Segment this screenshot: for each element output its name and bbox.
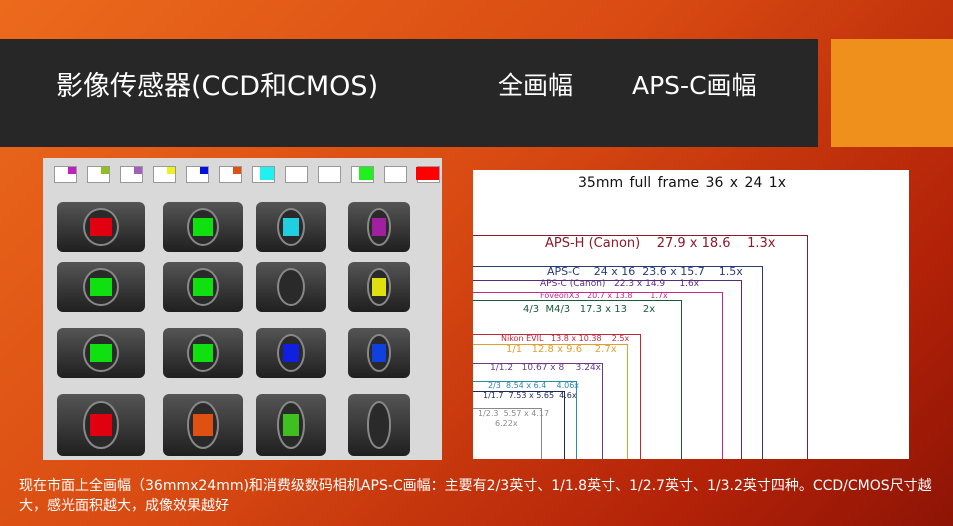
aps-c-heading: APS-C画幅 <box>632 71 757 100</box>
camera-image <box>57 394 145 456</box>
sensor-highlight <box>193 413 213 437</box>
legend-swatch <box>153 166 176 183</box>
camera-image <box>348 394 410 456</box>
legend-swatch <box>120 166 143 183</box>
sensor-format-label: 2/3 8.54 x 6.4 4.06x <box>488 381 580 390</box>
legend-swatch <box>186 166 209 183</box>
camera-image <box>348 262 410 312</box>
sensor-highlight <box>282 218 300 236</box>
sensor-format-label: APS-H (Canon) 27.9 x 18.6 1.3x <box>545 236 776 251</box>
sensor-highlight <box>282 344 300 362</box>
sensor-highlight <box>282 413 300 437</box>
sensor-highlight <box>193 218 213 236</box>
camera-image <box>348 202 410 252</box>
legend-swatch <box>285 166 308 183</box>
sensor-highlight <box>90 278 112 296</box>
legend-swatch <box>318 166 341 183</box>
camera-image <box>163 394 243 456</box>
slide-caption: 现在市面上全画幅（36mmx24mm)和消费级数码相机APS-C画幅：主要有2/… <box>19 478 932 514</box>
legend-swatch <box>252 166 275 183</box>
sensor-highlight <box>371 344 387 362</box>
accent-block <box>831 39 953 147</box>
sensor-legend <box>54 166 440 183</box>
sensor-crop-factor: 6.22x <box>495 419 518 428</box>
full-frame-heading: 全画幅 <box>498 71 574 100</box>
legend-swatch <box>87 166 110 183</box>
sensor-highlight <box>193 278 213 296</box>
full-frame-label: 35mm full frame 36 x 24 1x <box>578 175 786 191</box>
sensor-highlight <box>90 344 112 362</box>
sensor-format-label: APS-C 24 x 16 23.6 x 15.7 1.5x <box>547 265 743 278</box>
sensor-format-label: Nikon EVIL 13.8 x 10.38 2.5x <box>501 334 630 343</box>
sensor-format-label: FoveonX3 20.7 x 13.8 1.7x <box>540 291 668 300</box>
legend-swatch <box>219 166 242 183</box>
sensor-highlight <box>90 218 112 236</box>
camera-sensor-image <box>43 158 442 460</box>
sensor-format-label: 1/1.2 10.67 x 8 3.24x <box>490 363 602 373</box>
camera-image <box>163 262 243 312</box>
camera-image <box>256 262 326 312</box>
slide-title: 影像传感器(CCD和CMOS) <box>56 71 379 102</box>
legend-swatch <box>351 166 374 183</box>
sensor-highlight <box>90 413 112 437</box>
legend-swatch <box>54 166 77 183</box>
sensor-highlight <box>371 218 387 236</box>
camera-image <box>57 328 145 378</box>
sensor-format-label: 1/1 12.8 x 9.6 2.7x <box>506 344 617 355</box>
sensor-highlight <box>193 344 213 362</box>
sensor-format-label: 4/3 M4/3 17.3 x 13 2x <box>523 304 656 315</box>
camera-image <box>163 328 243 378</box>
sensor-size-diagram: 35mm full frame 36 x 24 1x APS-H (Canon)… <box>473 170 909 459</box>
sensor-highlight <box>371 278 387 296</box>
camera-image <box>57 202 145 252</box>
legend-swatch <box>384 166 407 183</box>
legend-swatch <box>416 166 440 183</box>
sensor-format-label: 1/1.7 7.53 x 5.65 4.6x <box>483 391 577 400</box>
sensor-format-label: APS-C (Canon) 22.3 x 14.9 1.6x <box>540 279 700 289</box>
camera-image <box>348 328 410 378</box>
camera-image <box>57 262 145 312</box>
camera-image <box>163 202 243 252</box>
camera-image <box>256 328 326 378</box>
sensor-format-label: 1/2.3 5.57 x 4.17 <box>478 409 550 418</box>
camera-image <box>256 394 326 456</box>
camera-image <box>256 202 326 252</box>
